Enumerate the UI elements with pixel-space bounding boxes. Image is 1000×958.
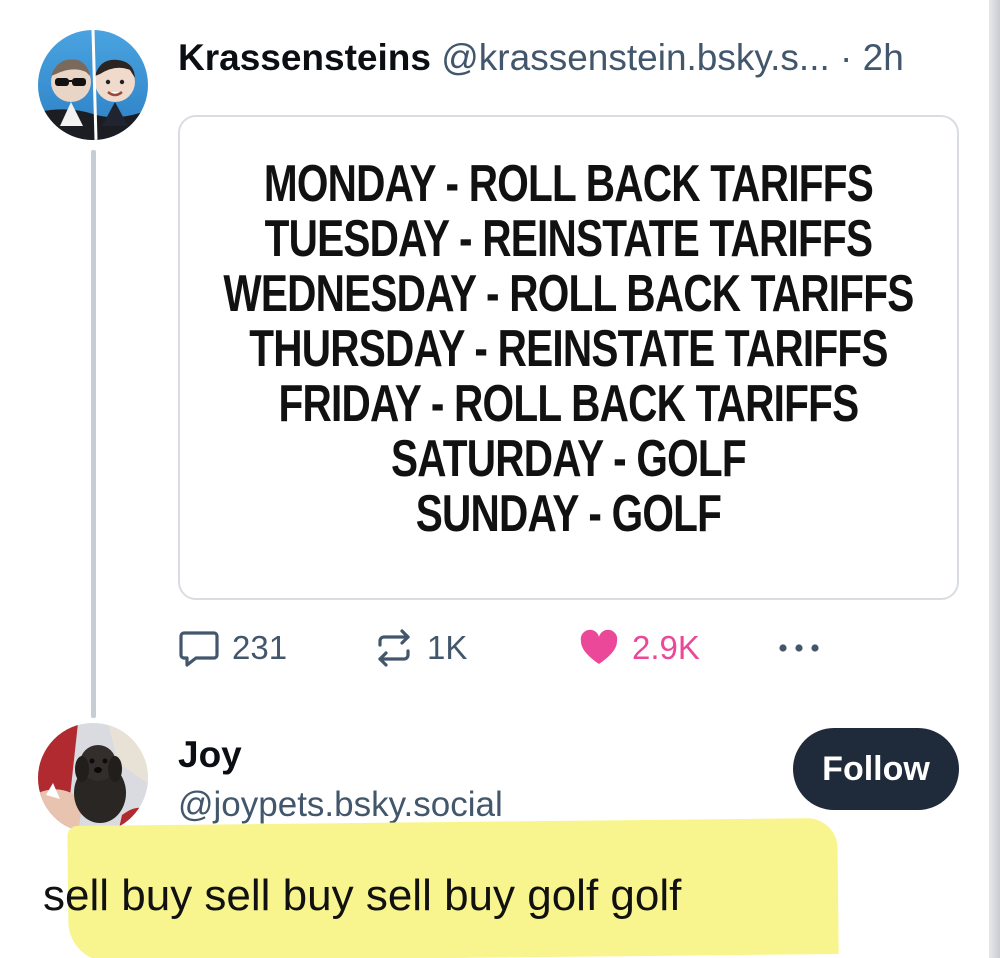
follow-button[interactable]: Follow: [793, 728, 959, 810]
meme-line: SUNDAY - GOLF: [415, 485, 722, 543]
author-display-name[interactable]: Krassensteins: [178, 37, 431, 78]
meme-line: MONDAY - ROLL BACK TARIFFS: [263, 155, 874, 213]
reply-author-avatar[interactable]: [38, 723, 148, 833]
post-actions: 231 1K 2.9K: [178, 622, 838, 674]
scroll-edge: [989, 0, 1000, 958]
meme-line: TUESDAY - REINSTATE TARIFFS: [264, 210, 873, 268]
post-image-embed[interactable]: MONDAY - ROLL BACK TARIFFS TUESDAY - REI…: [178, 115, 959, 600]
more-options-button[interactable]: [776, 622, 822, 674]
meme-line: SATURDAY - GOLF: [391, 430, 747, 488]
reply-display-name[interactable]: Joy: [178, 732, 503, 778]
heart-icon: [578, 627, 620, 669]
reply-header: Joy @joypets.bsky.social: [178, 732, 503, 828]
ellipsis-icon: [776, 638, 822, 658]
reply-count: 231: [232, 629, 288, 666]
meme-text: MONDAY - ROLL BACK TARIFFS TUESDAY - REI…: [223, 155, 914, 543]
reply-button[interactable]: 231: [178, 622, 287, 674]
meme-line: FRIDAY - ROLL BACK TARIFFS: [278, 375, 860, 433]
dog-avatar-icon: [38, 723, 148, 833]
reply-icon: [178, 627, 220, 669]
repost-button[interactable]: 1K: [373, 622, 467, 674]
thread-connector-line: [91, 150, 96, 718]
post-author-avatar[interactable]: [38, 30, 148, 140]
repost-icon: [373, 627, 415, 669]
author-handle[interactable]: @krassenstein.bsky.s...: [441, 37, 830, 78]
meme-line: THURSDAY - REINSTATE TARIFFS: [249, 320, 888, 378]
two-people-avatar-icon: [38, 30, 148, 140]
repost-count: 1K: [427, 629, 468, 666]
thread-view: Krassensteins @krassenstein.bsky.s... · …: [0, 0, 1000, 958]
separator-dot: ·: [840, 37, 853, 78]
meme-line: WEDNESDAY - ROLL BACK TARIFFS: [223, 265, 914, 323]
post-timestamp[interactable]: 2h: [863, 37, 904, 78]
like-count: 2.9K: [632, 629, 700, 666]
reply-text[interactable]: sell buy sell buy sell buy golf golf: [43, 868, 681, 924]
like-button[interactable]: 2.9K: [578, 622, 700, 674]
post-header: Krassensteins @krassenstein.bsky.s... · …: [178, 33, 968, 83]
